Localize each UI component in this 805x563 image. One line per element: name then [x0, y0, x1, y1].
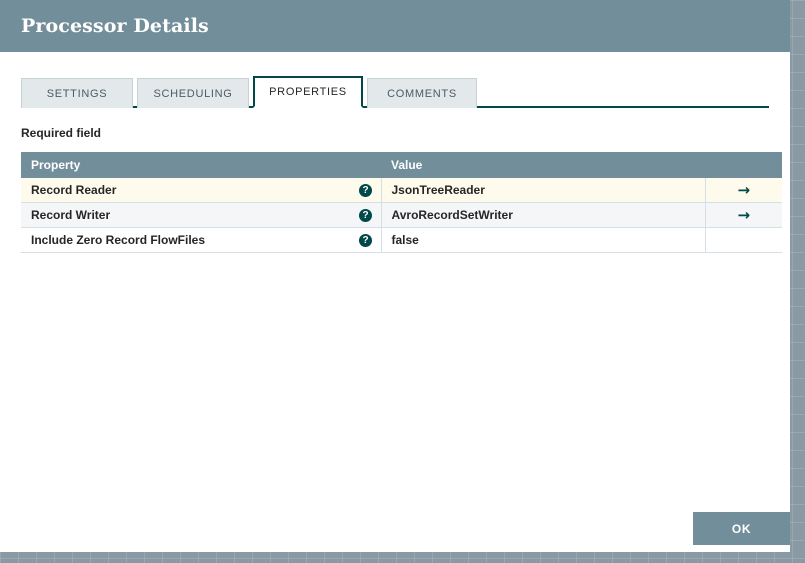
cell-value[interactable]: false — [381, 228, 705, 253]
cell-action — [705, 228, 782, 253]
dialog-header: Processor Details — [0, 0, 790, 52]
tab-comments-label: COMMENTS — [387, 88, 457, 100]
help-icon[interactable]: ? — [359, 209, 372, 222]
dialog-footer: OK — [0, 512, 790, 552]
cell-action: → — [705, 178, 782, 203]
tab-settings[interactable]: SETTINGS — [21, 78, 133, 108]
cell-value[interactable]: JsonTreeReader — [381, 178, 705, 203]
table-header-row: Property Value — [21, 152, 782, 178]
table-row[interactable]: Record Writer ? AvroRecordSetWriter → — [21, 203, 782, 228]
cell-property: Record Reader — [21, 178, 359, 203]
help-icon[interactable]: ? — [359, 184, 372, 197]
cell-help: ? — [359, 228, 381, 253]
ok-button[interactable]: OK — [693, 512, 790, 545]
tab-settings-label: SETTINGS — [47, 88, 108, 100]
help-icon[interactable]: ? — [359, 234, 372, 247]
column-header-action — [705, 152, 782, 178]
arrow-right-icon[interactable]: → — [737, 208, 750, 223]
properties-table: Property Value Record Reader ? JsonTreeR… — [21, 152, 782, 253]
column-header-property[interactable]: Property — [21, 152, 359, 178]
cell-property: Include Zero Record FlowFiles — [21, 228, 359, 253]
tab-properties[interactable]: PROPERTIES — [253, 76, 363, 108]
dialog-body: SETTINGS SCHEDULING PROPERTIES COMMENTS … — [0, 74, 790, 253]
table-row[interactable]: Record Reader ? JsonTreeReader → — [21, 178, 782, 203]
tab-properties-label: PROPERTIES — [269, 86, 347, 98]
tab-scheduling[interactable]: SCHEDULING — [137, 78, 249, 108]
column-header-help — [359, 152, 381, 178]
cell-property: Record Writer — [21, 203, 359, 228]
column-header-value[interactable]: Value — [381, 152, 705, 178]
cell-help: ? — [359, 178, 381, 203]
cell-value[interactable]: AvroRecordSetWriter — [381, 203, 705, 228]
page-title: Processor Details — [21, 15, 209, 37]
cell-help: ? — [359, 203, 381, 228]
tab-comments[interactable]: COMMENTS — [367, 78, 477, 108]
required-field-note: Required field — [21, 126, 790, 140]
arrow-right-icon[interactable]: → — [737, 183, 750, 198]
table-row[interactable]: Include Zero Record FlowFiles ? false — [21, 228, 782, 253]
tab-scheduling-label: SCHEDULING — [153, 88, 232, 100]
tab-strip: SETTINGS SCHEDULING PROPERTIES COMMENTS — [21, 74, 769, 108]
processor-details-dialog: Processor Details SETTINGS SCHEDULING PR… — [0, 0, 790, 552]
cell-action: → — [705, 203, 782, 228]
